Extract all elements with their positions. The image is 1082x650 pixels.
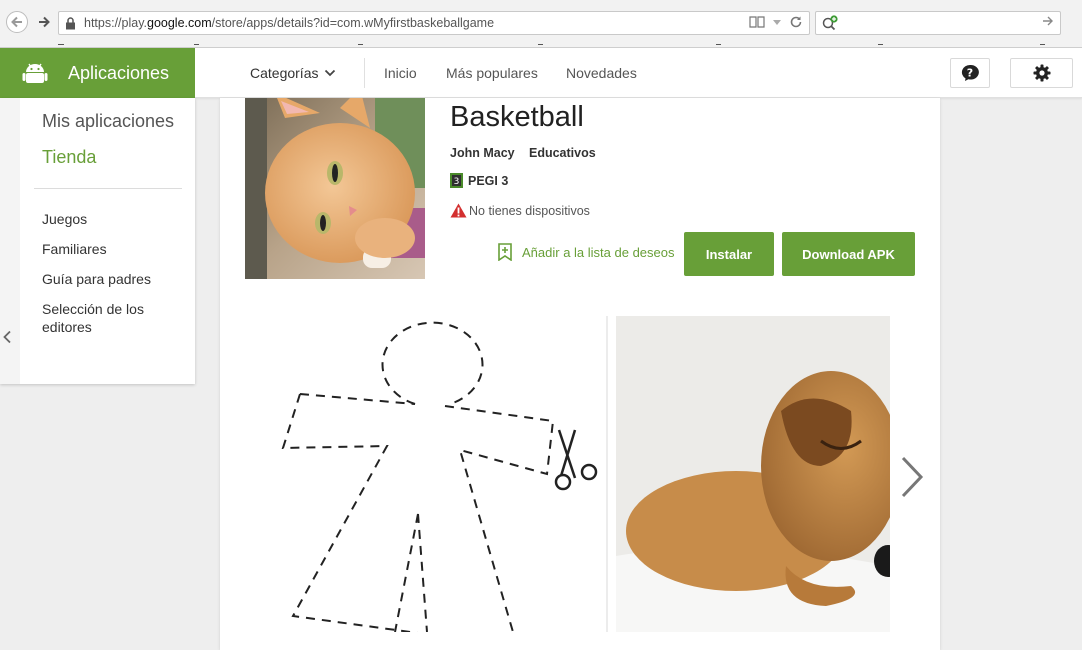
- sidebar: Mis aplicaciones Tienda Juegos Familiare…: [0, 98, 195, 384]
- sidebar-item-games[interactable]: Juegos: [42, 210, 182, 228]
- bookmark-add-icon: [498, 243, 512, 261]
- app-details-card: Basketball John Macy Educativos 3 PEGI 3…: [220, 98, 940, 650]
- url-text: https://play.google.com/store/apps/detai…: [84, 16, 495, 30]
- category-link[interactable]: Educativos: [529, 146, 596, 160]
- reload-icon[interactable]: [789, 15, 803, 32]
- brand-label: Aplicaciones: [68, 62, 170, 83]
- dropdown-triangle-icon[interactable]: [771, 15, 783, 32]
- forward-button[interactable]: [33, 11, 55, 33]
- rating-label: PEGI 3: [468, 173, 509, 188]
- sidebar-item-parent-guide[interactable]: Guía para padres: [42, 270, 182, 288]
- download-apk-button[interactable]: Download APK: [782, 232, 915, 276]
- screenshot-separator: [606, 316, 608, 632]
- address-bar[interactable]: https://play.google.com/store/apps/detai…: [58, 11, 810, 35]
- search-input[interactable]: [815, 11, 1061, 35]
- nav-top-charts[interactable]: Más populares: [446, 65, 538, 81]
- browser-toolbar: https://play.google.com/store/apps/detai…: [0, 0, 1082, 48]
- chevron-right-icon: [901, 456, 924, 498]
- categories-dropdown[interactable]: Categorías: [250, 65, 336, 81]
- collapse-sidebar-icon[interactable]: [2, 330, 12, 349]
- search-add-icon: [822, 15, 840, 36]
- help-icon: ?: [961, 64, 979, 81]
- developer-link[interactable]: John Macy: [450, 146, 515, 160]
- nav-divider: [364, 58, 365, 88]
- next-screenshot-button[interactable]: [898, 454, 926, 505]
- sidebar-item-family[interactable]: Familiares: [42, 240, 182, 258]
- bookmarks-bar-edge: [58, 44, 1045, 45]
- device-warning: No tienes dispositivos: [450, 203, 590, 218]
- add-to-wishlist-button[interactable]: Añadir a la lista de deseos: [498, 243, 674, 261]
- android-icon: [22, 63, 48, 83]
- nav-home[interactable]: Inicio: [384, 65, 417, 81]
- back-arrow-icon: [11, 16, 22, 28]
- settings-button[interactable]: [1010, 58, 1073, 88]
- forward-arrow-icon: [39, 16, 50, 28]
- sidebar-item-store[interactable]: Tienda: [42, 147, 96, 168]
- go-arrow-icon[interactable]: [1042, 15, 1054, 30]
- wishlist-label: Añadir a la lista de deseos: [522, 244, 675, 260]
- app-title: Basketball: [450, 101, 584, 133]
- content-rating: 3 PEGI 3: [450, 173, 508, 188]
- store-header: Aplicaciones Categorías Inicio Más popul…: [0, 48, 1082, 98]
- reader-view-icon[interactable]: [749, 15, 765, 32]
- sidebar-divider: [34, 188, 182, 189]
- svg-text:?: ?: [967, 67, 973, 80]
- gear-icon: [1033, 64, 1050, 82]
- back-button[interactable]: [6, 11, 28, 33]
- app-cover-image: [245, 98, 425, 279]
- pegi-3-icon: 3: [450, 173, 463, 188]
- chevron-down-icon: [325, 69, 336, 77]
- help-button[interactable]: ?: [950, 58, 990, 88]
- nav-new-releases[interactable]: Novedades: [566, 65, 637, 81]
- categories-label: Categorías: [250, 65, 319, 81]
- sidebar-item-editors-choice[interactable]: Selección de los editores: [42, 300, 182, 336]
- install-button[interactable]: Instalar: [684, 232, 774, 276]
- device-warning-text: No tienes dispositivos: [469, 203, 590, 218]
- warning-icon: [450, 203, 467, 218]
- svg-text:3: 3: [454, 177, 460, 187]
- lock-icon: [65, 16, 79, 30]
- brand-apps[interactable]: Aplicaciones: [0, 48, 195, 98]
- screenshot-2[interactable]: [616, 316, 890, 632]
- sidebar-item-my-apps[interactable]: Mis aplicaciones: [42, 111, 174, 132]
- sidebar-panel: Mis aplicaciones Tienda Juegos Familiare…: [20, 98, 195, 384]
- screenshot-1[interactable]: [275, 316, 605, 635]
